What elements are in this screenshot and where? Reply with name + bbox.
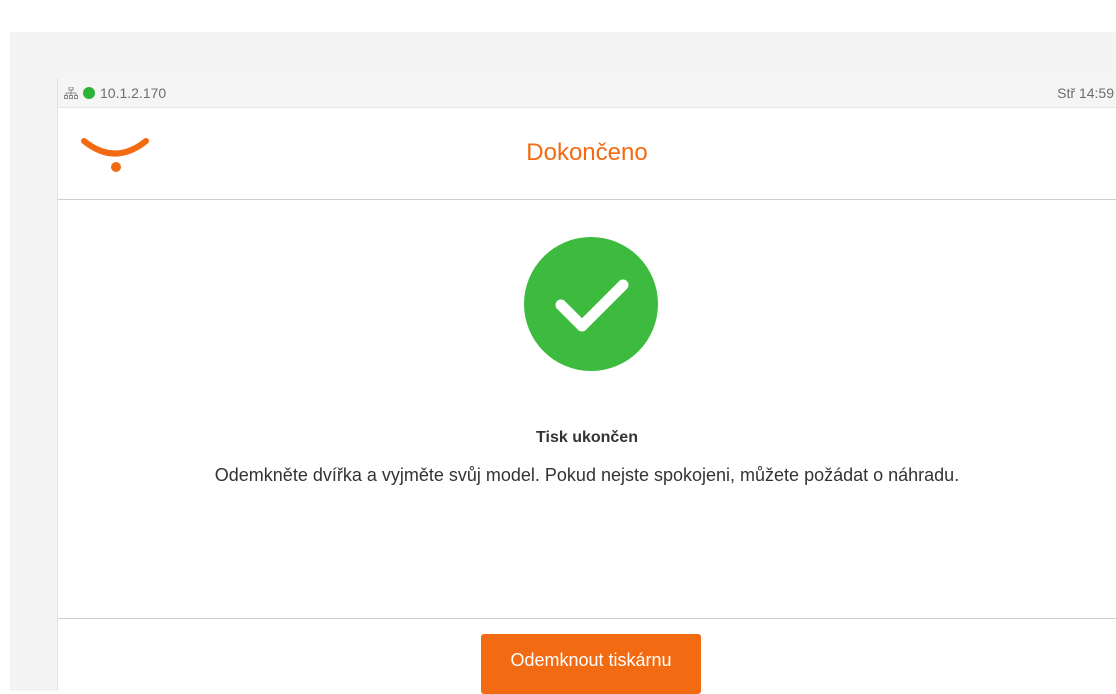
status-message: Odemkněte dvířka a vyjměte svůj model. P…	[214, 465, 960, 485]
printer-screen: 10.1.2.170 Stř 14:59 Dokončeno Tisk ukon…	[57, 78, 1116, 694]
status-bar: 10.1.2.170 Stř 14:59	[58, 78, 1116, 108]
checkmark-circle-icon	[524, 237, 658, 371]
status-title: Tisk ukončen	[536, 429, 638, 446]
main-content: Tisk ukončen Odemkněte dvířka a vyjměte …	[58, 200, 1116, 619]
ip-address: 10.1.2.170	[100, 85, 167, 101]
clock: Stř 14:59	[1057, 85, 1114, 101]
footer: Odemknout tiskárnu	[58, 619, 1116, 694]
unlock-printer-button[interactable]: Odemknout tiskárnu	[481, 634, 701, 694]
page-title: Dokončeno	[526, 139, 648, 166]
connection-status-dot	[83, 87, 95, 99]
header: Dokončeno	[58, 108, 1116, 200]
network-icon	[64, 87, 78, 99]
